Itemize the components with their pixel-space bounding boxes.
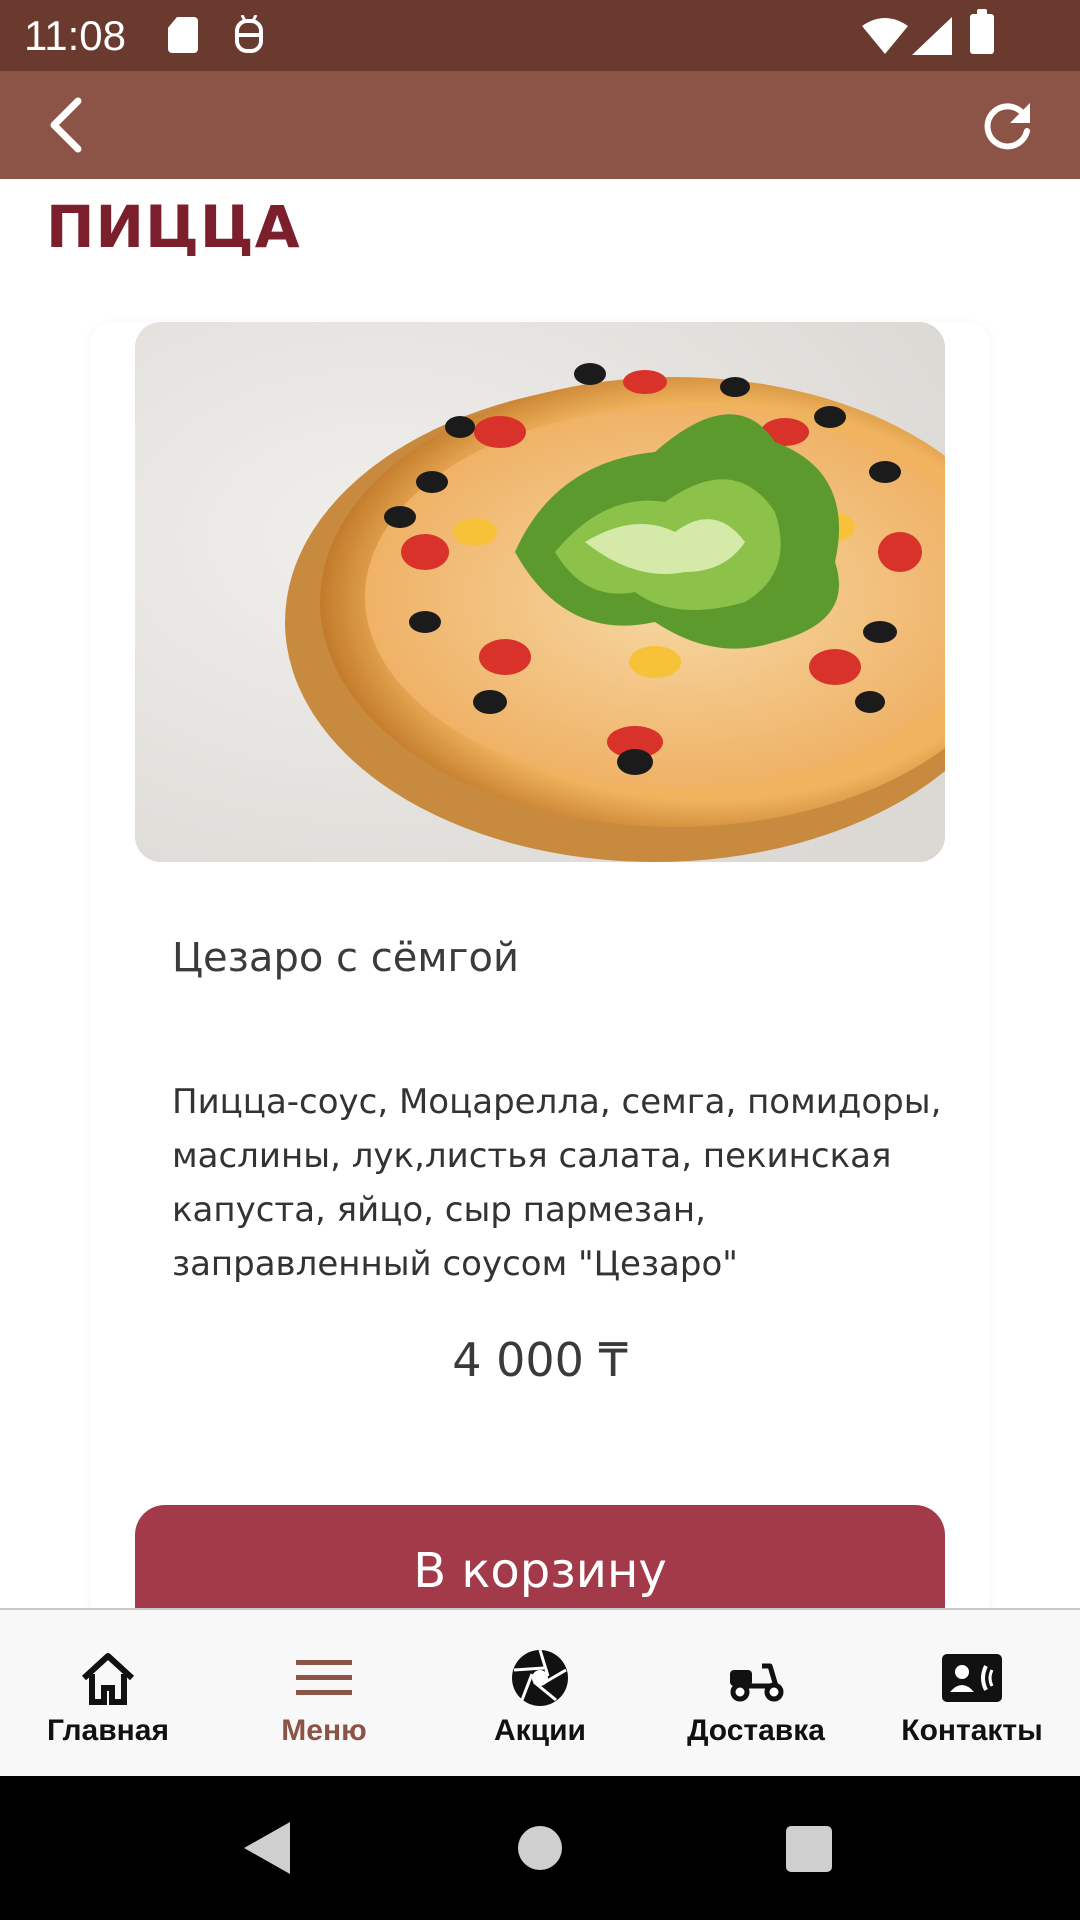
system-navigation-bar [0, 1776, 1080, 1920]
product-price: 4 000 ₸ [452, 1333, 628, 1387]
nav-label-menu: Меню [281, 1714, 367, 1747]
section-title: ПИЦЦА [46, 193, 301, 261]
product-name: Цезаро с сёмгой [172, 935, 519, 981]
wifi-icon [862, 18, 908, 54]
nav-item-promotions[interactable]: Акции [432, 1610, 648, 1778]
system-recents-icon[interactable] [786, 1826, 832, 1872]
back-chevron-icon[interactable] [40, 95, 100, 155]
nav-item-delivery[interactable]: Доставка [648, 1610, 864, 1778]
nav-item-contacts[interactable]: Контакты [864, 1610, 1080, 1778]
nav-label-contacts: Контакты [901, 1714, 1043, 1747]
sd-card-icon [168, 17, 198, 53]
system-back-icon[interactable] [244, 1822, 290, 1874]
home-icon [81, 1653, 135, 1705]
nav-label-delivery: Доставка [687, 1714, 825, 1747]
aperture-icon [512, 1649, 568, 1706]
nav-label-home: Главная [46, 1714, 169, 1747]
nav-label-promotions: Акции [493, 1714, 586, 1747]
refresh-icon[interactable] [978, 95, 1038, 155]
bottom-navigation: Главная Меню Акции Доставка Контакты [0, 1608, 1080, 1776]
android-debug-icon [235, 15, 263, 53]
nav-item-home[interactable]: Главная [0, 1610, 216, 1778]
system-home-icon[interactable] [518, 1826, 562, 1870]
signal-icon [912, 17, 952, 55]
pizza-photo [135, 322, 945, 862]
status-bar: 11:08 [0, 0, 1080, 71]
scooter-icon [730, 1663, 784, 1702]
app-bar [0, 71, 1080, 179]
product-description: Пицца-соус, Моцарелла, семга, помидоры, … [172, 1082, 942, 1284]
contact-card-icon [942, 1654, 1002, 1702]
product-image [135, 322, 945, 862]
menu-icon [296, 1660, 352, 1695]
battery-icon [970, 9, 994, 54]
nav-item-menu[interactable]: Меню [216, 1610, 432, 1778]
status-time: 11:08 [24, 12, 126, 59]
